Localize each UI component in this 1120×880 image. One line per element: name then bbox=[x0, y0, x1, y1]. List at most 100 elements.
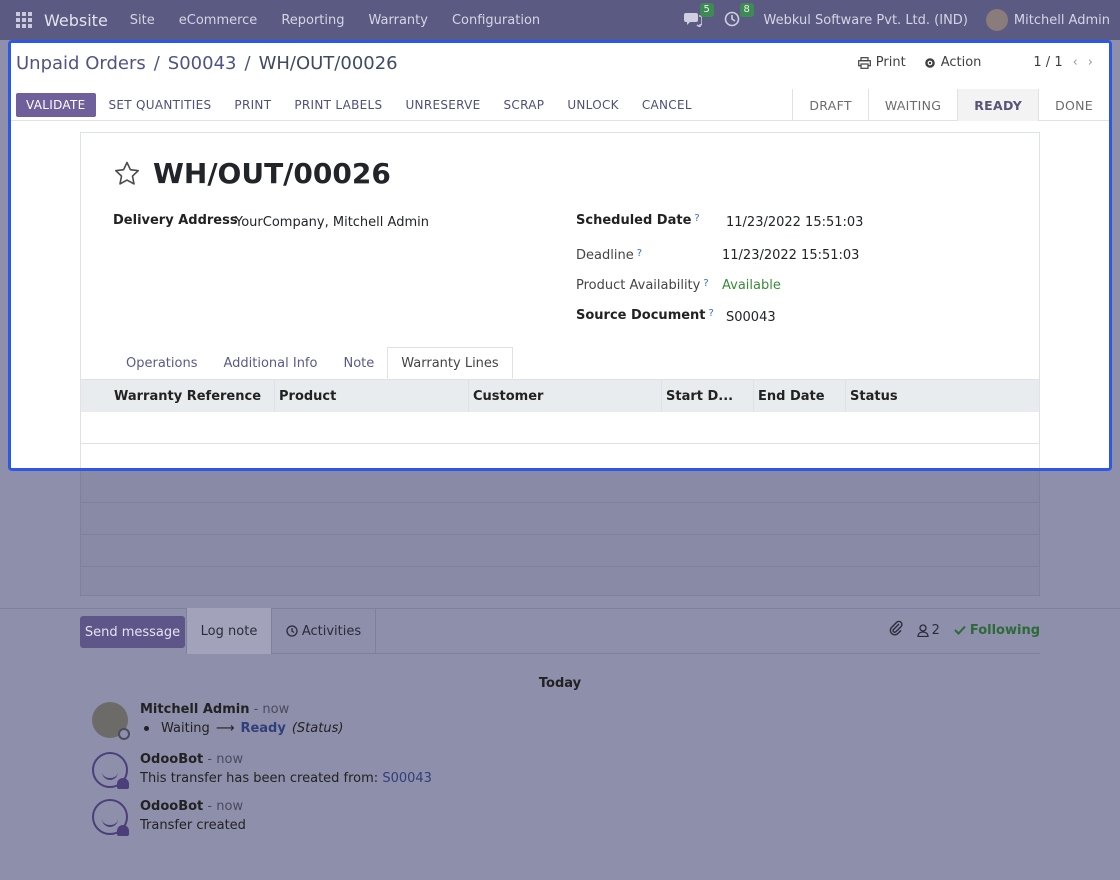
message-author[interactable]: OdooBot bbox=[140, 799, 203, 814]
followers-button[interactable]: 2 bbox=[916, 623, 940, 638]
unreserve-button[interactable]: UNRESERVE bbox=[405, 98, 480, 112]
breadcrumb-item-unpaid-orders[interactable]: Unpaid Orders bbox=[16, 53, 146, 74]
company-switcher[interactable]: Webkul Software Pvt. Ltd. (IND) bbox=[764, 13, 968, 28]
col-start-date[interactable]: Start D... bbox=[662, 380, 754, 412]
tracking-new-value: Ready bbox=[240, 721, 286, 736]
col-customer[interactable]: Customer bbox=[469, 380, 662, 412]
background-row bbox=[81, 503, 1039, 535]
breadcrumb-separator: / bbox=[153, 52, 160, 74]
form-statusbar: VALIDATE SET QUANTITIES PRINT PRINT LABE… bbox=[11, 89, 1109, 121]
tab-note[interactable]: Note bbox=[330, 347, 387, 379]
product-availability-value: Available bbox=[722, 278, 781, 293]
menu-reporting[interactable]: Reporting bbox=[281, 13, 344, 28]
scheduled-date-input[interactable]: 11/23/2022 15:51:03 bbox=[726, 215, 863, 230]
menu-warranty[interactable]: Warranty bbox=[369, 13, 428, 28]
action-dropdown[interactable]: Action bbox=[924, 55, 982, 70]
print-dropdown[interactable]: Print bbox=[857, 55, 906, 70]
breadcrumb-current: WH/OUT/00026 bbox=[258, 52, 398, 74]
activities-tab-button[interactable]: Activities bbox=[272, 608, 376, 654]
heart-icon bbox=[117, 825, 129, 836]
col-warranty-reference[interactable]: Warranty Reference bbox=[81, 380, 275, 412]
message-text: Transfer created bbox=[140, 818, 246, 833]
user-icon bbox=[916, 623, 929, 637]
messages-button[interactable]: 5 bbox=[683, 3, 714, 29]
product-availability-label: Product Availability? bbox=[576, 278, 709, 293]
scheduled-date-label: Scheduled Date? bbox=[576, 213, 700, 228]
apps-grid-icon[interactable] bbox=[16, 12, 32, 28]
warranty-lines-table: Warranty Reference Product Customer Star… bbox=[81, 379, 1039, 468]
tab-additional-info[interactable]: Additional Info bbox=[210, 347, 330, 379]
record-title: WH/OUT/00026 bbox=[153, 157, 391, 190]
chatter-message: OdooBot - now Transfer created bbox=[92, 799, 246, 836]
chatter-message: Mitchell Admin - now Waiting ⟶ Ready (St… bbox=[92, 702, 343, 740]
tracking-value: Waiting ⟶ Ready (Status) bbox=[140, 721, 343, 736]
chevron-right-icon[interactable]: › bbox=[1088, 55, 1093, 70]
activities-label: Activities bbox=[301, 623, 362, 639]
log-note-button[interactable]: Log note bbox=[186, 608, 272, 654]
chatter-underline bbox=[272, 653, 1040, 654]
tracking-field-name: (Status) bbox=[291, 721, 344, 736]
menu-ecommerce[interactable]: eCommerce bbox=[179, 13, 258, 28]
stage-draft: DRAFT bbox=[792, 89, 867, 121]
odoobot-avatar[interactable] bbox=[92, 752, 129, 789]
message-author[interactable]: Mitchell Admin bbox=[140, 702, 249, 717]
deadline-label: Deadline? bbox=[576, 248, 642, 263]
col-product[interactable]: Product bbox=[275, 380, 469, 412]
col-end-date[interactable]: End Date bbox=[754, 380, 846, 412]
print-label: Print bbox=[875, 55, 906, 70]
chatter-divider bbox=[0, 608, 1120, 609]
scrap-button[interactable]: SCRAP bbox=[504, 98, 545, 112]
source-document-input[interactable]: S00043 bbox=[726, 310, 776, 325]
validate-button[interactable]: VALIDATE bbox=[16, 92, 96, 117]
breadcrumb-item-sale-order[interactable]: S00043 bbox=[168, 53, 237, 74]
background-row bbox=[81, 471, 1039, 503]
paperclip-icon[interactable] bbox=[889, 620, 903, 640]
following-button[interactable]: Following bbox=[954, 623, 1040, 638]
message-date: - now bbox=[207, 752, 244, 767]
breadcrumb: Unpaid Orders / S00043 / WH/OUT/00026 bbox=[16, 53, 398, 74]
author-avatar[interactable] bbox=[92, 702, 130, 740]
menu-configuration[interactable]: Configuration bbox=[452, 13, 540, 28]
app-brand[interactable]: Website bbox=[44, 11, 108, 30]
print-labels-button[interactable]: PRINT LABELS bbox=[294, 98, 382, 112]
set-quantities-button[interactable]: SET QUANTITIES bbox=[109, 98, 212, 112]
check-icon bbox=[954, 625, 966, 635]
print-button[interactable]: PRINT bbox=[234, 98, 271, 112]
delivery-address-value[interactable]: YourCompany, Mitchell Admin bbox=[235, 215, 429, 230]
control-panel-right: Print Action 1 / 1 ‹ › bbox=[857, 55, 1093, 70]
date-separator: Today bbox=[538, 676, 582, 691]
chevron-left-icon[interactable]: ‹ bbox=[1073, 55, 1078, 70]
tracking-old-value: Waiting bbox=[161, 721, 210, 736]
tab-warranty-lines[interactable]: Warranty Lines bbox=[387, 347, 513, 379]
record-title-row: WH/OUT/00026 bbox=[113, 157, 391, 190]
user-menu[interactable]: Mitchell Admin bbox=[985, 9, 1110, 31]
form-sheet: WH/OUT/00026 Delivery Address YourCompan… bbox=[80, 132, 1040, 468]
tab-operations[interactable]: Operations bbox=[113, 347, 210, 379]
printer-icon bbox=[857, 56, 871, 69]
unlock-button[interactable]: UNLOCK bbox=[567, 98, 619, 112]
action-label: Action bbox=[940, 55, 982, 70]
send-message-button[interactable]: Send message bbox=[80, 616, 185, 648]
background-row bbox=[81, 535, 1039, 567]
presence-icon bbox=[118, 728, 130, 740]
message-date: - now bbox=[253, 702, 290, 717]
stage-ready: READY bbox=[957, 89, 1039, 121]
message-author[interactable]: OdooBot bbox=[140, 752, 203, 767]
message-text: This transfer has been created from: bbox=[140, 771, 379, 786]
user-name: Mitchell Admin bbox=[1013, 12, 1110, 28]
stage-waiting: WAITING bbox=[867, 89, 957, 121]
cancel-button[interactable]: CANCEL bbox=[642, 98, 692, 112]
pager-value[interactable]: 1 / 1 bbox=[1033, 55, 1062, 70]
notebook-tabs: Operations Additional Info Note Warranty… bbox=[113, 347, 513, 379]
message-link[interactable]: S00043 bbox=[382, 771, 432, 786]
table-header: Warranty Reference Product Customer Star… bbox=[81, 380, 1039, 412]
col-status[interactable]: Status bbox=[846, 380, 1039, 412]
menu-site[interactable]: Site bbox=[130, 13, 155, 28]
star-icon[interactable] bbox=[113, 160, 141, 188]
odoobot-avatar[interactable] bbox=[92, 799, 129, 836]
chat-icon bbox=[683, 13, 703, 29]
highlighted-form-region: Unpaid Orders / S00043 / WH/OUT/00026 Pr… bbox=[8, 40, 1112, 471]
activities-count-badge: 8 bbox=[739, 3, 754, 17]
activities-button[interactable]: 8 bbox=[724, 3, 754, 29]
bullet-icon bbox=[144, 726, 149, 731]
